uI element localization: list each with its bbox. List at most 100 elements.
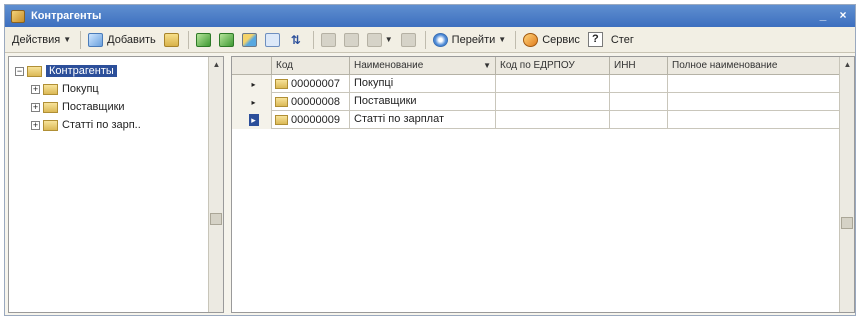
- cell-code-value: 00000008: [291, 95, 340, 108]
- column-header-edrpou[interactable]: Код по ЕДРПОУ: [496, 57, 610, 75]
- table-row-current[interactable]: ▸ 00000009 Статті по зарплат: [232, 111, 840, 129]
- items-table[interactable]: Код Наименование ▼ Код по ЕДРПОУ ИНН Пол…: [231, 56, 855, 313]
- tree-item[interactable]: + Покупц: [31, 81, 99, 97]
- copy-icon: [195, 32, 211, 47]
- add-button[interactable]: Добавить: [85, 30, 159, 50]
- cell-full-name: [668, 75, 840, 93]
- scroll-thumb[interactable]: [841, 217, 853, 229]
- column-header-name[interactable]: Наименование ▼: [350, 57, 496, 75]
- column-header-code[interactable]: Код: [272, 57, 350, 75]
- tree-item-label: Статті по зарп..: [62, 119, 141, 131]
- tree-root[interactable]: − Контрагенты: [15, 63, 117, 79]
- column-header-inn[interactable]: ИНН: [610, 57, 668, 75]
- tree-scrollbar[interactable]: ▲: [208, 57, 223, 312]
- cell-code-value: 00000009: [291, 113, 340, 126]
- column-header-name-label: Наименование: [354, 60, 424, 71]
- group-tree[interactable]: − Контрагенты + Покупц + Поставщики + Ст…: [8, 56, 224, 313]
- scroll-thumb[interactable]: [210, 213, 222, 225]
- actions-menu[interactable]: Действия ▼: [9, 30, 74, 50]
- copy-button[interactable]: [193, 30, 214, 50]
- cell-code-value: 00000007: [291, 77, 340, 90]
- cell-name: Статті по зарплат: [350, 111, 496, 129]
- extra-button[interactable]: Стег: [608, 30, 637, 50]
- chevron-up-icon[interactable]: ▲: [840, 57, 854, 72]
- row-marker: ▸: [232, 75, 272, 93]
- cell-name: Поставщики: [350, 93, 496, 111]
- table-row[interactable]: ▸ 00000008 Поставщики: [232, 93, 840, 111]
- current-row-icon: ▸: [248, 114, 259, 126]
- cell-edrpou: [496, 75, 610, 93]
- folder-icon: [43, 101, 58, 113]
- cell-inn: [610, 75, 668, 93]
- add-icon: [88, 32, 104, 47]
- tree-root-label: Контрагенты: [46, 65, 117, 77]
- chevron-up-icon[interactable]: ▲: [209, 57, 224, 72]
- sort-down-icon: ▼: [483, 61, 491, 70]
- filter-clear-icon: [343, 32, 359, 47]
- hierarchy-icon: [264, 32, 280, 47]
- filter-clear-button[interactable]: [341, 30, 362, 50]
- add-group-button[interactable]: [161, 30, 182, 50]
- table-scrollbar[interactable]: ▲: [839, 57, 854, 312]
- chevron-down-icon: ▼: [384, 35, 393, 44]
- cell-code: 00000009: [272, 111, 350, 129]
- chevron-down-icon: ▼: [498, 35, 507, 44]
- folder-icon: [275, 97, 288, 107]
- cell-full-name: [668, 93, 840, 111]
- services-menu[interactable]: Сервис: [520, 30, 583, 50]
- title-bar[interactable]: Контрагенты _ ×: [5, 5, 855, 27]
- table-header: Код Наименование ▼ Код по ЕДРПОУ ИНН Пол…: [232, 57, 840, 75]
- cell-full-name: [668, 111, 840, 129]
- help-button[interactable]: ?: [585, 30, 606, 50]
- extra-label: Стег: [610, 33, 634, 46]
- folder-icon: [43, 119, 58, 131]
- collapse-icon[interactable]: −: [15, 66, 24, 76]
- goto-menu[interactable]: Перейти ▼: [430, 30, 510, 50]
- toolbar-separator: [80, 30, 82, 49]
- folder-icon: [27, 65, 42, 77]
- services-icon: [523, 32, 539, 47]
- disabled-tool-button[interactable]: [398, 30, 419, 50]
- expand-icon[interactable]: +: [31, 120, 40, 130]
- cell-inn: [610, 93, 668, 111]
- add-folder-icon: [163, 32, 179, 47]
- table-row[interactable]: ▸ 00000007 Покупці: [232, 75, 840, 93]
- window-title: Контрагенты: [31, 10, 102, 22]
- expand-icon[interactable]: +: [31, 84, 40, 94]
- toolbar-separator: [312, 30, 314, 49]
- close-button[interactable]: ×: [837, 8, 849, 22]
- expand-icon[interactable]: +: [31, 102, 40, 112]
- goto-icon: [432, 32, 448, 47]
- disabled-tool-icon: [400, 32, 416, 47]
- filter-list-icon: [366, 32, 382, 47]
- sort-icon: ⇅: [290, 32, 301, 47]
- services-label: Сервис: [542, 33, 580, 46]
- counterparties-window: Контрагенты _ × Действия ▼ Добавить ⇅ ▼: [4, 4, 856, 316]
- app-icon: [11, 9, 25, 23]
- add-label: Добавить: [107, 33, 156, 46]
- filter-menu-button[interactable]: ▼: [364, 30, 396, 50]
- column-header-full-name[interactable]: Полное наименование: [668, 57, 840, 75]
- help-icon: ?: [587, 32, 603, 47]
- row-marker: ▸: [232, 111, 272, 129]
- minimize-button[interactable]: _: [817, 8, 829, 22]
- row-marker: ▸: [232, 93, 272, 111]
- tree-item[interactable]: + Статті по зарп..: [31, 117, 141, 133]
- toolbar: Действия ▼ Добавить ⇅ ▼ Перейти ▼ Сервис…: [5, 27, 855, 53]
- edit-icon: [218, 32, 234, 47]
- filter-button[interactable]: [318, 30, 339, 50]
- row-pointer-icon: ▸: [251, 97, 256, 107]
- tree-toggle-button[interactable]: [262, 30, 283, 50]
- cell-edrpou: [496, 111, 610, 129]
- edit-button[interactable]: [216, 30, 237, 50]
- row-pointer-icon: ▸: [251, 79, 256, 89]
- cell-name: Покупці: [350, 75, 496, 93]
- folder-icon: [43, 83, 58, 95]
- cell-edrpou: [496, 93, 610, 111]
- delete-button[interactable]: [239, 30, 260, 50]
- cell-code: 00000008: [272, 93, 350, 111]
- tree-item-label: Поставщики: [62, 101, 125, 113]
- sort-button[interactable]: ⇅: [285, 30, 307, 50]
- tree-item[interactable]: + Поставщики: [31, 99, 125, 115]
- marker-column-header: [232, 57, 272, 75]
